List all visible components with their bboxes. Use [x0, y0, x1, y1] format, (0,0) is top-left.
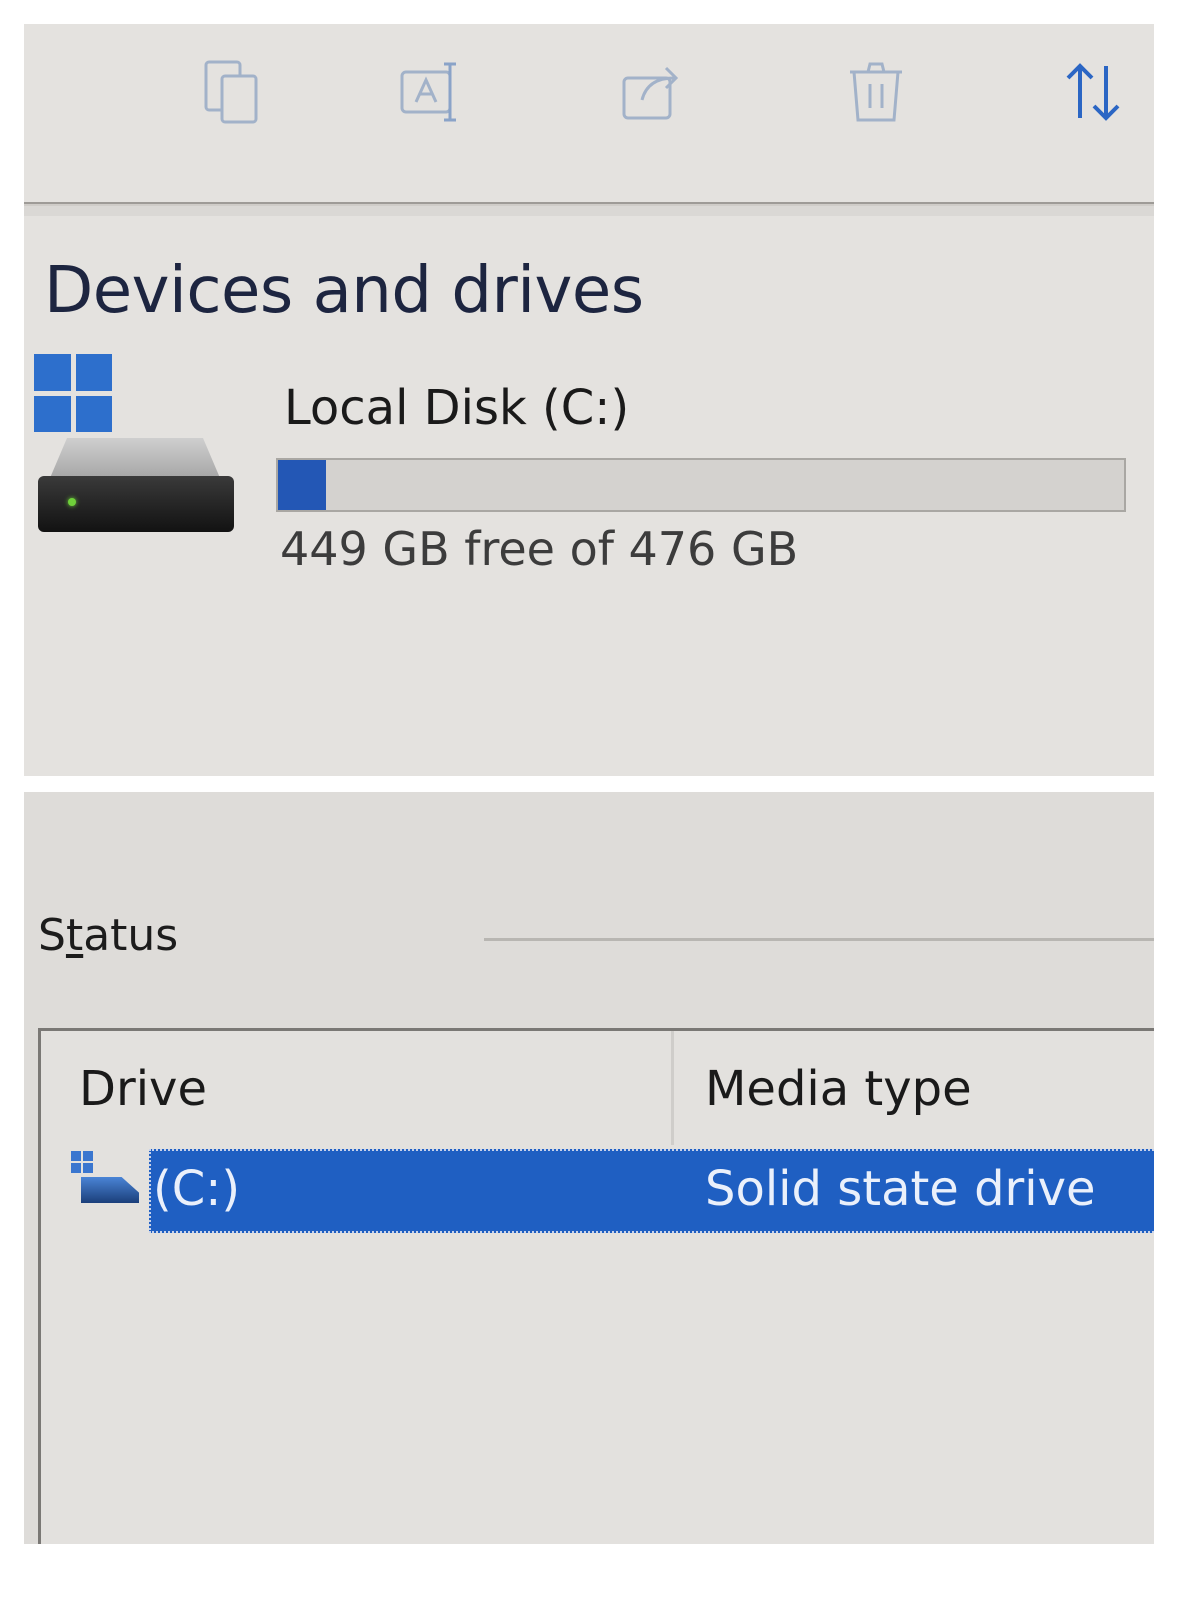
drive-icon: [71, 1151, 141, 1207]
this-pc-panel: Devices and drives Local Disk (C:) 449 G…: [24, 24, 1154, 776]
drive-usage-fill: [278, 460, 327, 510]
hard-drive-icon: [38, 438, 238, 534]
column-header-media-type[interactable]: Media type: [705, 1061, 972, 1117]
drive-list[interactable]: Drive Media type (C:) Solid state drive: [38, 1028, 1154, 1544]
status-separator: [484, 938, 1154, 941]
status-label: Status: [38, 910, 179, 961]
drive-free-space: 449 GB free of 476 GB: [280, 522, 799, 576]
section-title: Devices and drives: [44, 254, 644, 328]
column-divider[interactable]: [671, 1031, 674, 1145]
toolbar-divider: [24, 202, 1154, 216]
windows-logo-icon: [34, 354, 112, 432]
delete-icon[interactable]: [836, 52, 916, 132]
command-bar: [24, 24, 1154, 184]
row-drive-letter: (C:): [153, 1161, 241, 1217]
optimize-drives-panel: Status Drive Media type (C:) Solid state…: [24, 792, 1154, 1544]
row-media-type: Solid state drive: [705, 1161, 1096, 1217]
column-header-drive[interactable]: Drive: [79, 1061, 207, 1117]
drive-name: Local Disk (C:): [284, 380, 630, 436]
drive-usage-bar: [276, 458, 1126, 512]
drive-tile-c[interactable]: Local Disk (C:) 449 GB free of 476 GB: [34, 354, 1144, 594]
table-row[interactable]: (C:) Solid state drive: [41, 1149, 1154, 1235]
copy-icon[interactable]: [194, 52, 274, 132]
sort-icon[interactable]: [1054, 52, 1134, 132]
list-header: Drive Media type: [41, 1031, 1154, 1145]
rename-icon[interactable]: [394, 52, 474, 132]
share-icon[interactable]: [614, 52, 694, 132]
